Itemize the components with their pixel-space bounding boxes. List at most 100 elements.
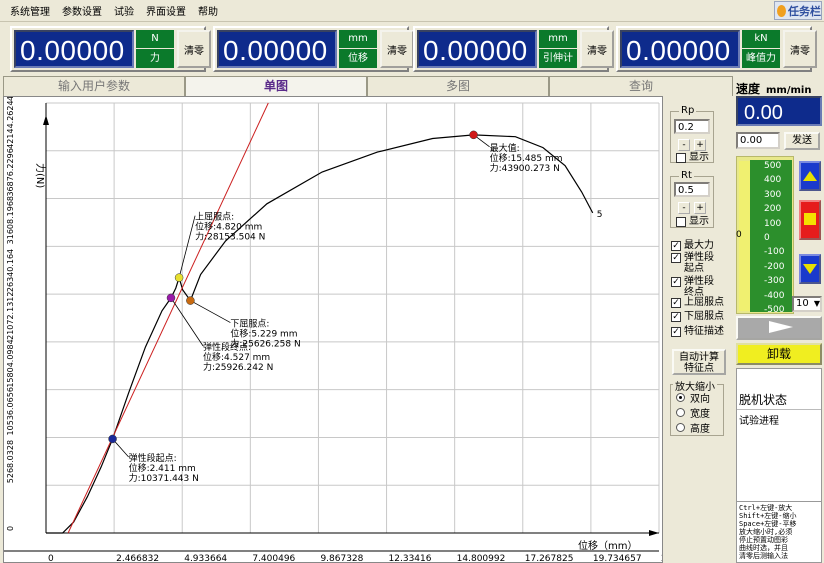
x-tick-label: 14.800992	[457, 554, 506, 562]
check-elastic-start[interactable]: ✓ 弹性段起点	[671, 252, 715, 274]
status-panel: 脱机状态 试验进程 Ctrl+左键-放大 Shift+左键-缩小 Space+左…	[736, 368, 822, 563]
status-text: 试验进程	[739, 416, 779, 427]
menu-system[interactable]: 系统管理	[4, 3, 56, 18]
annotation-force: 力:28153.504 N	[195, 231, 265, 243]
check-label: 下屈服点	[684, 311, 724, 322]
tab-query[interactable]: 查询	[549, 76, 733, 96]
tab-user-params[interactable]: 输入用户参数	[3, 76, 185, 96]
play-button[interactable]	[736, 316, 822, 340]
checkbox-box: ✓	[671, 241, 681, 251]
annotation-displacement: 位移:15.485 mm	[490, 152, 563, 164]
y-tick-label: 36876.2296	[6, 148, 15, 196]
extensometer-unit: mm	[539, 30, 577, 48]
unload-button[interactable]: 卸载	[736, 343, 822, 365]
step-select[interactable]: 10 ▼	[792, 296, 822, 312]
menu-ui[interactable]: 界面设置	[140, 3, 192, 18]
zoom-both-radio[interactable]: 双向	[676, 390, 710, 405]
check-lower-yield[interactable]: ✓ 下屈服点	[671, 311, 724, 322]
x-tick-label: 22.20	[661, 554, 662, 562]
speed-input[interactable]: 0.00	[736, 132, 780, 149]
annotation-title: 下屈服点:	[230, 319, 269, 330]
peak-force-label: 峰值力	[742, 49, 780, 68]
menu-help[interactable]: 帮助	[192, 3, 224, 18]
checkbox-box: ✓	[671, 298, 681, 308]
zoom-width-radio[interactable]: 宽度	[676, 405, 710, 420]
check-label: 最大力	[684, 240, 714, 251]
move-up-button[interactable]	[799, 161, 821, 191]
check-label: 弹性段起点	[684, 252, 714, 274]
taskbar-button[interactable]: 任务栏	[774, 1, 822, 20]
check-feature-desc[interactable]: ✓ 特征描述	[671, 326, 724, 337]
y-axis-label: 力(N)	[34, 163, 47, 188]
radio-label: 双向	[690, 394, 710, 405]
app-window: 系统管理 参数设置 试验 界面设置 帮助 任务栏 0.00000 N 力 清零 …	[0, 0, 824, 563]
check-upper-yield[interactable]: ✓ 上屈服点	[671, 297, 724, 308]
rt-show-checkbox[interactable]: 显示	[676, 216, 709, 227]
move-down-button[interactable]	[799, 254, 821, 284]
check-max-force[interactable]: ✓ 最大力	[671, 240, 714, 251]
peak-force-unit: kN	[742, 30, 780, 48]
send-button[interactable]: 发送	[784, 132, 820, 150]
speed-scale: 500 400 300 200 100 0 -100 -200 -300 -400 -500	[750, 160, 792, 315]
zoom-height-radio[interactable]: 高度	[676, 420, 710, 435]
tab-bar: 输入用户参数 单图 多图 查询	[0, 76, 733, 96]
radio-label: 宽度	[690, 409, 710, 420]
displacement-value: 0.00000	[217, 30, 337, 68]
y-tick-label: 26340.164	[6, 249, 15, 292]
annotation-point	[469, 130, 478, 140]
rp-show-checkbox[interactable]: 显示	[676, 152, 709, 163]
force-clear-button[interactable]: 清零	[177, 30, 211, 68]
scale-tick-label: 200	[764, 204, 782, 215]
displacement-label: 位移	[339, 49, 377, 68]
scale-tick-label: -500	[764, 305, 785, 315]
checkbox-box	[676, 153, 686, 163]
x-tick-label: 7.400496	[252, 554, 295, 562]
help-text: Ctrl+左键-放大 Shift+左键-缩小 Space+左键-平移 放大缩小时…	[737, 501, 821, 563]
checkbox-box: ✓	[671, 277, 681, 287]
step-select-value: 10	[796, 298, 809, 309]
force-displacement-chart[interactable]: 0 2.466832 4.933664 7.400496 9.867328 12.3341…	[3, 53, 687, 563]
x-tick-label: 9.867328	[320, 554, 363, 562]
auto-calc-button[interactable]: 自动计算 特征点	[672, 349, 726, 375]
menu-test[interactable]: 试验	[108, 3, 140, 18]
rt-decrement-button[interactable]: -	[678, 202, 690, 214]
stop-button[interactable]	[799, 200, 821, 240]
rt-show-label: 显示	[689, 216, 709, 227]
down-arrow-icon	[803, 264, 817, 274]
displacement-clear-button[interactable]: 清零	[380, 30, 414, 68]
menu-params[interactable]: 参数设置	[56, 3, 108, 18]
scale-tick-label: 300	[764, 189, 782, 200]
check-elastic-end[interactable]: ✓ 弹性段终点	[671, 276, 715, 298]
y-tick-labels: 0 5268.0328 10536.065615804.098421072.1312…	[6, 53, 15, 531]
tab-multi-chart[interactable]: 多图	[367, 76, 549, 96]
rp-decrement-button[interactable]: -	[678, 139, 690, 151]
scale-tick-label: 100	[764, 218, 782, 229]
status-title: 脱机状态	[739, 393, 788, 407]
x-tick-label: 19.734657	[593, 554, 642, 562]
y-tick-label: 15804.0984	[6, 339, 15, 387]
tab-single-chart[interactable]: 单图	[185, 76, 367, 96]
annotation-displacement: 位移:2.411 mm	[129, 462, 196, 474]
rp-input[interactable]: 0.2	[674, 119, 710, 134]
chart-axes	[4, 103, 659, 552]
annotation-point	[186, 296, 195, 305]
extensometer-value: 0.00000	[417, 30, 537, 68]
readout-displacement: 0.00000 mm 位移 清零	[213, 26, 414, 72]
y-tick-label: 5268.0328	[6, 440, 15, 483]
radio-dot	[676, 393, 685, 402]
rt-increment-button[interactable]: +	[694, 202, 706, 214]
extensometer-clear-button[interactable]: 清零	[580, 30, 614, 68]
radio-label: 高度	[690, 424, 710, 435]
scale-tick-label: 0	[764, 233, 770, 243]
rt-input[interactable]: 0.5	[674, 182, 710, 197]
readout-peak-force: 0.00000 kN 峰值力 清零	[616, 26, 817, 72]
displacement-unit: mm	[339, 30, 377, 48]
readout-extensometer: 0.00000 mm 引伸计 清零	[413, 26, 614, 72]
curve-end-marker: 5	[597, 210, 603, 220]
rp-caption: Rp	[679, 105, 697, 116]
y-tick-label: 21072.1312	[6, 292, 15, 340]
force-label: 力	[136, 49, 174, 68]
peak-force-clear-button[interactable]: 清零	[783, 30, 817, 68]
rp-increment-button[interactable]: +	[694, 139, 706, 151]
scale-tick-label: 400	[764, 175, 782, 186]
